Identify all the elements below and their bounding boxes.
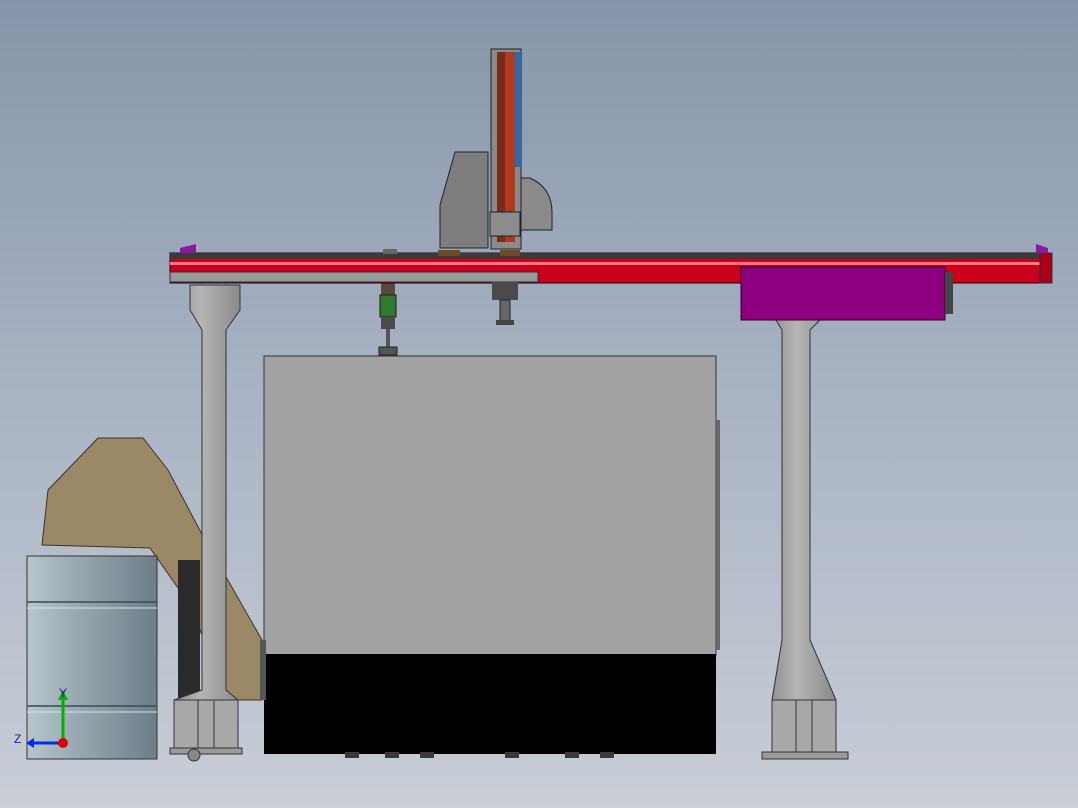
electrical-cabinet bbox=[740, 266, 953, 321]
cad-scene: Y Z bbox=[14, 48, 1053, 762]
y-axis-label: Y bbox=[59, 686, 67, 700]
z-axis-label: Z bbox=[14, 732, 21, 746]
cad-viewport[interactable]: Y Z bbox=[0, 0, 1078, 808]
robot-carriage bbox=[438, 48, 553, 325]
signal-tower bbox=[378, 283, 398, 356]
cnc-machine bbox=[260, 355, 720, 758]
barrel bbox=[26, 555, 158, 760]
right-gantry-leg bbox=[761, 284, 849, 760]
